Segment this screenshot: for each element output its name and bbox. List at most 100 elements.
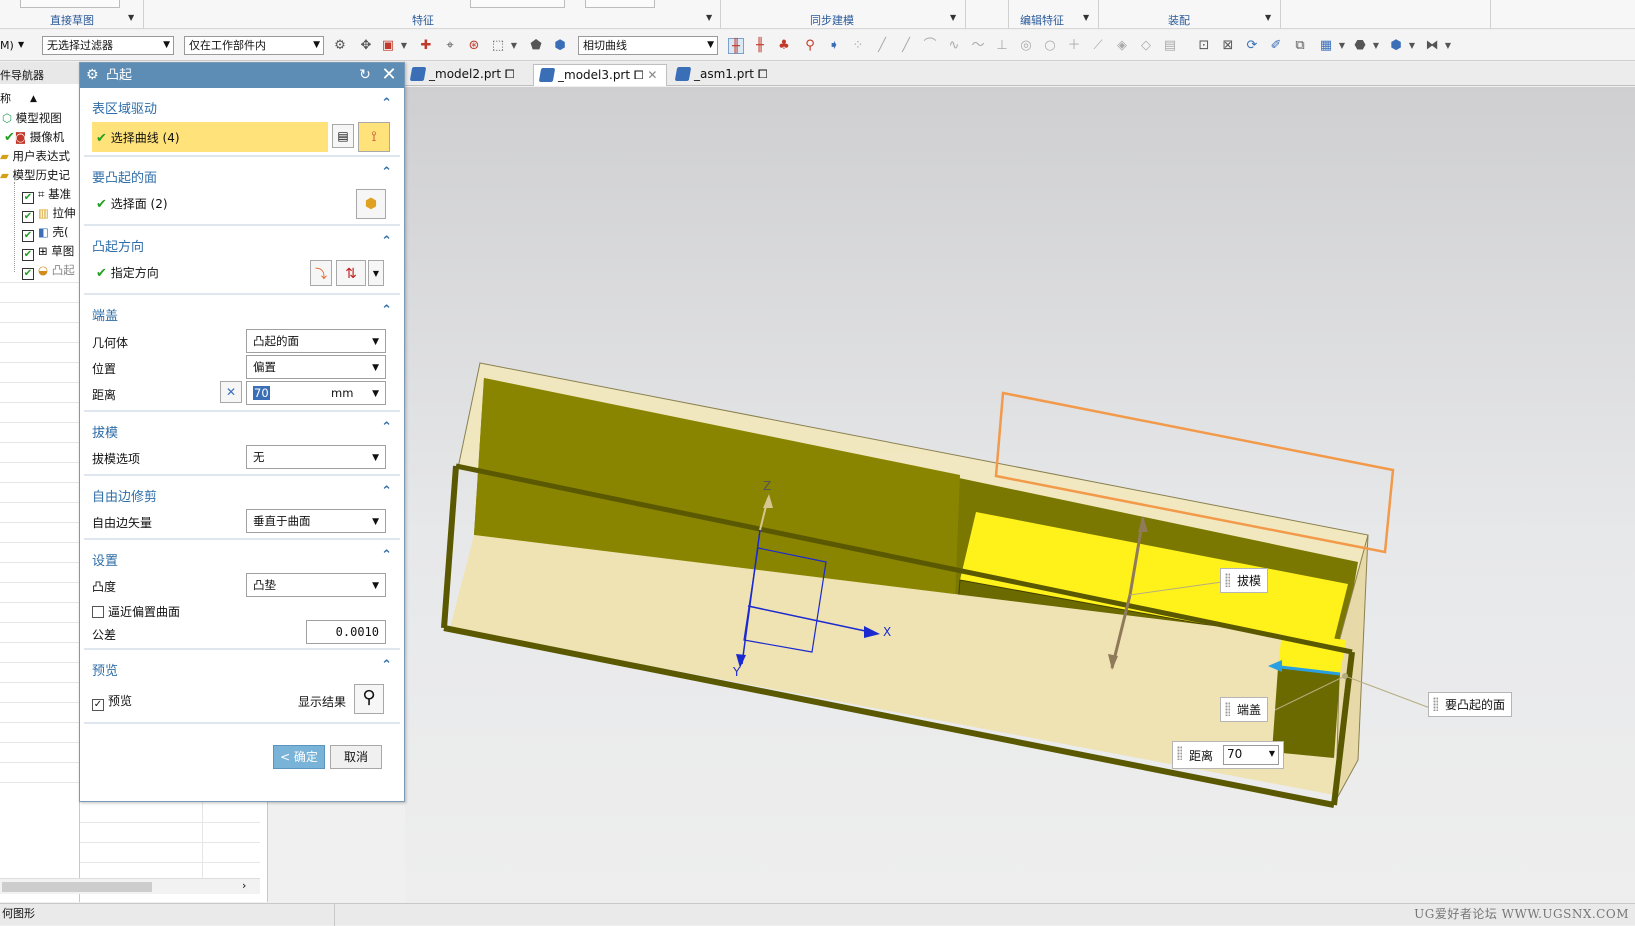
visibility-checkbox[interactable]: ✔ <box>22 268 34 280</box>
line-icon-2[interactable]: ╱ <box>898 38 914 54</box>
visibility-checkbox[interactable]: ✔ <box>22 249 34 261</box>
collapse-caret-icon[interactable]: ⌃ <box>381 548 392 563</box>
visibility-checkbox[interactable]: ✔ <box>22 230 34 242</box>
cap-callout[interactable]: 端盖 <box>1220 697 1269 722</box>
section-heading[interactable]: 表区域驱动 <box>92 98 157 117</box>
draft-callout[interactable]: 拔模 <box>1220 568 1269 593</box>
orient-view-icon[interactable]: ⬢ <box>1388 38 1404 54</box>
select-face-row[interactable]: ✔ 选择面 (2) <box>92 195 168 212</box>
point-icon[interactable]: ✚ <box>418 38 434 54</box>
ribbon-group-sync-modeling[interactable]: 同步建模 <box>810 12 854 28</box>
draft-option-select[interactable]: 无 ▼ <box>246 445 386 469</box>
cancel-button[interactable]: 取消 <box>330 745 382 769</box>
tree-icon[interactable]: ⚲ <box>802 38 818 54</box>
surface-point-icon[interactable]: ◈ <box>1114 38 1130 54</box>
approx-offset-checkbox[interactable] <box>92 606 104 618</box>
collapse-caret-icon[interactable]: ⌃ <box>381 303 392 318</box>
collapse-caret-icon[interactable]: ⌃ <box>381 420 392 435</box>
free-edge-vector-select[interactable]: 垂直于曲面 ▼ <box>246 509 386 533</box>
chevron-down-icon[interactable]: ▼ <box>18 40 24 49</box>
move-icon[interactable]: ✥ <box>358 38 374 54</box>
reset-icon[interactable]: ↻ <box>356 66 374 84</box>
section-heading[interactable]: 端盖 <box>92 305 118 324</box>
preview-checkbox-row[interactable]: ✓ 预览 <box>92 692 132 711</box>
circle-point-icon[interactable]: ◎ <box>1018 38 1034 54</box>
position-select[interactable]: 偏置 ▼ <box>246 355 386 379</box>
curve-rule-select[interactable]: 相切曲线 ▼ <box>578 36 718 55</box>
sketch-section-button[interactable]: ▤ <box>332 124 354 148</box>
collapse-caret-icon[interactable]: ⌃ <box>381 484 392 499</box>
specify-direction-row[interactable]: ✔ 指定方向 <box>92 264 159 281</box>
menu-button[interactable]: M) <box>0 39 14 52</box>
pin-icon[interactable]: ⧠ <box>634 68 644 82</box>
nav-item-extrude[interactable]: ✔ ▥ 拉伸 <box>0 204 80 223</box>
arc-icon[interactable]: ⌒ <box>922 38 938 54</box>
chevron-down-icon[interactable]: ▼ <box>1404 38 1420 54</box>
face-icon[interactable]: ◇ <box>1138 38 1154 54</box>
model-graphics[interactable] <box>405 87 1635 903</box>
sheet-icon[interactable]: ▤ <box>1162 38 1178 54</box>
zoom-window-icon[interactable]: ⊠ <box>1220 38 1236 54</box>
convexity-select[interactable]: 凸垫 ▼ <box>246 573 386 597</box>
vector-dialog-button[interactable]: ⇅ <box>336 260 366 286</box>
body-icon[interactable]: ⬟ <box>528 38 544 54</box>
chevron-down-icon[interactable]: ▼ <box>706 13 712 22</box>
ribbon-group-assembly[interactable]: 装配 <box>1168 12 1190 28</box>
nav-item-datum[interactable]: ✔ ⌗ 基准 <box>0 185 80 204</box>
tab-model2[interactable]: _model2.prt ⧠ <box>405 64 523 86</box>
section-heading[interactable]: 拔模 <box>92 422 118 441</box>
select-curve-row[interactable]: ✔ 选择曲线 (4) <box>92 122 328 152</box>
chevron-down-icon[interactable]: ▼ <box>1334 38 1350 54</box>
stop-at-intersection-icon[interactable]: ╫ <box>728 38 744 54</box>
ok-button[interactable]: < 确定 > <box>273 745 325 786</box>
arrow-right-icon[interactable]: ➧ <box>826 38 842 54</box>
ribbon-group-feature[interactable]: 特征 <box>412 12 434 28</box>
curve-select-button[interactable]: ⟟ <box>358 122 390 152</box>
pan-icon[interactable]: ✐ <box>1268 38 1284 54</box>
approx-offset-checkbox-row[interactable]: 逼近偏置曲面 <box>92 603 180 620</box>
visibility-checkbox[interactable]: ✔ <box>22 192 34 204</box>
face-select-button[interactable]: ⬢ <box>356 189 386 219</box>
section-heading[interactable]: 要凸起的面 <box>92 167 157 186</box>
circle-icon[interactable]: ○ <box>1042 38 1058 54</box>
plus-icon[interactable]: ＋ <box>1066 38 1082 54</box>
scrollbar-thumb[interactable] <box>2 882 152 892</box>
chevron-down-icon[interactable]: ▼ <box>1265 13 1271 22</box>
nav-item-cameras[interactable]: ✔◙ 摄像机 <box>0 128 80 147</box>
ribbon-group-direct-sketch[interactable]: 直接草图 <box>50 12 94 28</box>
chevron-down-icon[interactable]: ▼ <box>1368 38 1384 54</box>
tolerance-input[interactable]: 0.0010 <box>306 620 386 644</box>
section-heading[interactable]: 设置 <box>92 550 118 569</box>
graphics-viewport[interactable]: Z X Y X 拔模 端盖 要凸起的面 距离 70 ▼ <box>405 87 1635 903</box>
rect-select-icon[interactable]: ⬚ <box>490 38 506 54</box>
chevron-down-icon[interactable]: ▼ <box>1083 13 1089 22</box>
distance-callout[interactable]: 距离 70 ▼ <box>1172 741 1284 769</box>
solid-icon[interactable]: ⬢ <box>552 38 568 54</box>
line-icon[interactable]: ╱ <box>874 38 890 54</box>
tab-asm1[interactable]: _asm1.prt ⧠ <box>670 64 775 86</box>
reverse-direction-button[interactable]: ⤵ <box>310 260 332 286</box>
pin-icon[interactable]: ⧠ <box>505 67 515 81</box>
geometry-select[interactable]: 凸起的面 ▼ <box>246 329 386 353</box>
perpendicular-icon[interactable]: ⊥ <box>994 38 1010 54</box>
section-heading[interactable]: 预览 <box>92 660 118 679</box>
layout-icon[interactable]: ▦ <box>1318 38 1334 54</box>
visibility-checkbox[interactable]: ✔ <box>22 211 34 223</box>
navigator-hscrollbar[interactable]: › <box>0 878 260 894</box>
wave-icon[interactable]: 〜 <box>970 38 986 54</box>
collapse-caret-icon[interactable]: ⌃ <box>381 658 392 673</box>
select-box-icon[interactable]: ▣ <box>380 38 396 54</box>
chevron-down-icon[interactable]: ▼ <box>1440 38 1456 54</box>
snap-grid-icon[interactable]: ⁘ <box>850 38 866 54</box>
chevron-down-icon[interactable]: ▼ <box>950 13 956 22</box>
navigator-column-header[interactable]: 称 ▲ <box>0 90 80 108</box>
chevron-down-icon[interactable]: ▼ <box>128 13 134 22</box>
nav-item-model-history[interactable]: ▰ 模型历史记 <box>0 166 80 185</box>
chain-icon[interactable]: ♣ <box>776 38 792 54</box>
nav-item-user-expressions[interactable]: ▰ 用户表达式 <box>0 147 80 166</box>
ribbon-group-edit-feature[interactable]: 编辑特征 <box>1020 12 1064 28</box>
section-heading[interactable]: 自由边修剪 <box>92 486 157 505</box>
distance-callout-input[interactable]: 70 ▼ <box>1223 745 1279 765</box>
measure-icon[interactable]: ✕ <box>220 381 242 403</box>
view-icon[interactable]: ⧉ <box>1292 38 1308 54</box>
